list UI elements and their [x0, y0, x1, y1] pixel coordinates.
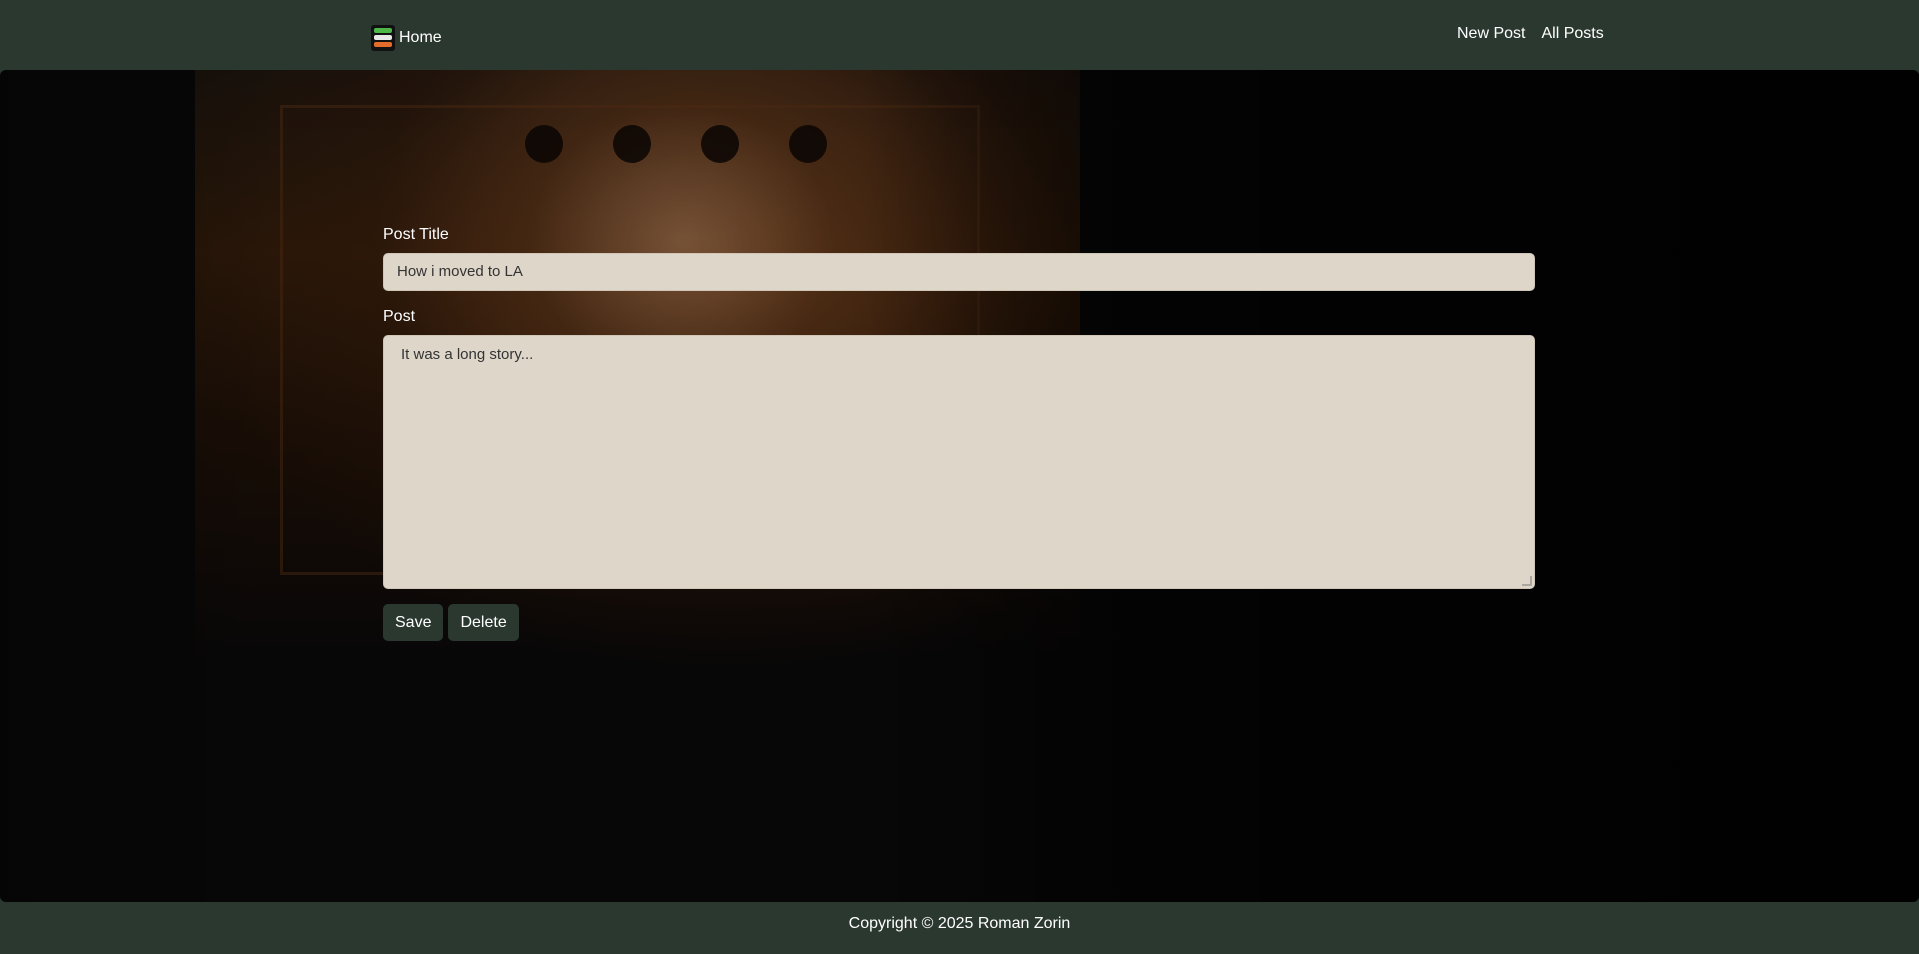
post-body-text: It was a long story...: [401, 346, 534, 363]
post-title-input[interactable]: How i moved to LA: [383, 253, 1535, 291]
books-logo-icon: [371, 25, 395, 51]
footer: Copyright © 2025 Roman Zorin: [0, 902, 1919, 954]
resize-handle-icon[interactable]: [1522, 576, 1532, 586]
post-body-textarea[interactable]: It was a long story...: [383, 335, 1535, 589]
post-title-label: Post Title: [383, 226, 449, 243]
home-link[interactable]: Home: [371, 25, 442, 51]
post-body-label: Post: [383, 308, 416, 325]
delete-button[interactable]: Delete: [448, 604, 519, 641]
copyright-text: Copyright © 2025 Roman Zorin: [848, 915, 1071, 932]
nav-new-post-link[interactable]: New Post: [1457, 25, 1525, 43]
home-link-label: Home: [399, 29, 442, 46]
top-navbar: Home New Post All Posts: [0, 0, 1919, 70]
form-actions: Save Delete: [383, 604, 1535, 641]
nav-links: New Post All Posts: [1457, 25, 1604, 43]
nav-all-posts-link[interactable]: All Posts: [1541, 25, 1603, 43]
edit-post-form: Post Title How i moved to LA Post It was…: [383, 225, 1535, 641]
save-button[interactable]: Save: [383, 604, 444, 641]
